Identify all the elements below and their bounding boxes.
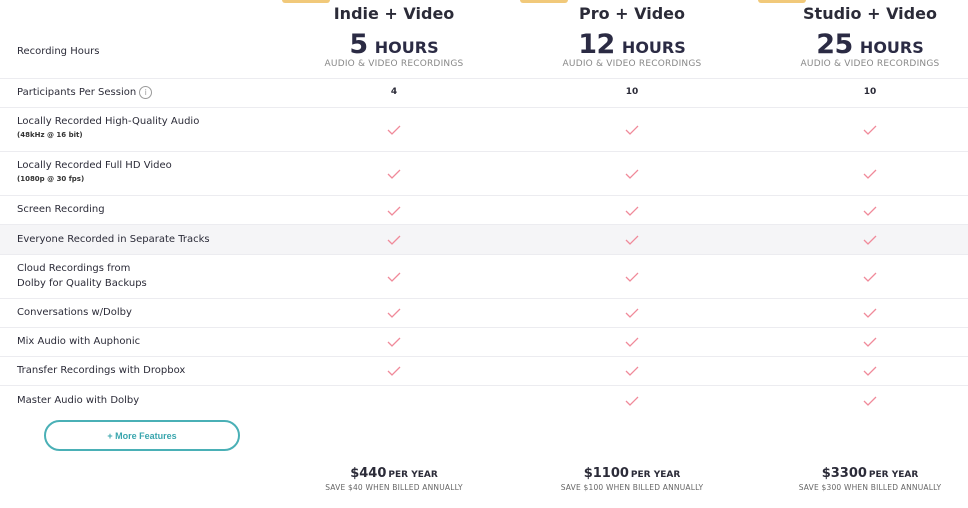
info-icon[interactable]: i xyxy=(139,85,153,99)
feature-label: Cloud Recordings from Dolby for Quality … xyxy=(17,261,147,291)
price-period: PER YEAR xyxy=(868,470,919,480)
hours-unit: HOURS xyxy=(859,38,924,57)
check-icon xyxy=(625,396,639,406)
check-icon xyxy=(387,169,401,179)
check-icon xyxy=(625,169,639,179)
check-icon xyxy=(863,206,877,216)
hours-value: 5 xyxy=(349,29,368,60)
hours-unit: HOURS xyxy=(621,38,686,57)
check-icon xyxy=(625,125,639,135)
check-icon xyxy=(625,308,639,318)
row-label-recording-hours: Recording Hours xyxy=(17,46,100,57)
plan-pro: Pro + Video 12 HOURS AUDIO & VIDEO RECOR… xyxy=(522,4,742,69)
plans-header: Recording Hours Indie + Video 5 HOURS AU… xyxy=(0,0,968,78)
check-icon xyxy=(863,125,877,135)
table-row: Master Audio with Dolby xyxy=(0,385,968,414)
more-features-button[interactable]: + More Features xyxy=(44,420,240,451)
plan-hours: 12 HOURS xyxy=(522,29,742,60)
price-amount: $1100 xyxy=(583,466,629,481)
check-icon xyxy=(863,337,877,347)
feature-label: Transfer Recordings with Dropbox xyxy=(17,365,186,376)
price-pro: $1100 PER YEAR SAVE $100 WHEN BILLED ANNU… xyxy=(522,466,742,492)
price-value: $3300 PER YEAR xyxy=(760,466,968,481)
plan-name: Studio + Video xyxy=(803,4,937,23)
check-icon xyxy=(863,235,877,245)
table-row: Screen Recording xyxy=(0,195,968,224)
table-row: Mix Audio with Auphonic xyxy=(0,327,968,356)
price-savings: SAVE $100 WHEN BILLED ANNUALLY xyxy=(560,483,704,492)
participants-value: 4 xyxy=(390,87,398,97)
feature-label-text: Dolby for Quality Backups xyxy=(17,278,147,289)
check-icon xyxy=(863,272,877,282)
feature-table: Participants Per Session i 4 10 10 Locall… xyxy=(0,78,968,414)
check-icon xyxy=(387,337,401,347)
check-icon xyxy=(387,366,401,376)
table-row: Cloud Recordings from Dolby for Quality … xyxy=(0,254,968,298)
table-row: Transfer Recordings with Dropbox xyxy=(0,356,968,385)
plan-studio: Studio + Video 25 HOURS AUDIO & VIDEO RE… xyxy=(760,4,968,69)
feature-label: Participants Per Session i xyxy=(17,85,153,100)
plan-indie: Indie + Video 5 HOURS AUDIO & VIDEO RECO… xyxy=(284,4,504,69)
hours-subtitle: AUDIO & VIDEO RECORDINGS xyxy=(324,59,464,69)
check-icon xyxy=(387,272,401,282)
price-studio: $3300 PER YEAR SAVE $300 WHEN BILLED ANNU… xyxy=(760,466,968,492)
feature-label: Conversations w/Dolby xyxy=(17,307,132,318)
check-icon xyxy=(625,337,639,347)
check-icon xyxy=(863,308,877,318)
feature-label-text: Participants Per Session xyxy=(17,87,137,98)
hours-value: 12 xyxy=(578,29,615,60)
plan-name: Indie + Video xyxy=(333,4,455,23)
feature-label: Everyone Recorded in Separate Tracks xyxy=(17,234,210,245)
check-icon xyxy=(625,235,639,245)
plan-hours: 25 HOURS xyxy=(760,29,968,60)
check-icon xyxy=(625,206,639,216)
check-icon xyxy=(863,169,877,179)
feature-label-text: Cloud Recordings from xyxy=(17,263,131,274)
feature-label: Mix Audio with Auphonic xyxy=(17,336,141,347)
table-row: Locally Recorded High-Quality Audio (48k… xyxy=(0,107,968,151)
price-value: $1100 PER YEAR xyxy=(522,466,742,481)
feature-label: Screen Recording xyxy=(17,204,105,215)
feature-label: Locally Recorded Full HD Video (1080p @ … xyxy=(17,158,172,185)
price-savings: SAVE $40 WHEN BILLED ANNUALLY xyxy=(325,483,463,492)
participants-value: 10 xyxy=(625,87,639,97)
check-icon xyxy=(387,235,401,245)
feature-label: Master Audio with Dolby xyxy=(17,395,140,406)
price-savings: SAVE $300 WHEN BILLED ANNUALLY xyxy=(798,483,942,492)
check-icon xyxy=(387,206,401,216)
price-amount: $440 xyxy=(350,466,387,481)
price-amount: $3300 xyxy=(821,466,867,481)
table-row: Everyone Recorded in Separate Tracks xyxy=(0,224,968,254)
hours-value: 25 xyxy=(816,29,853,60)
feature-sublabel: (48kHz @ 16 bit) xyxy=(17,131,83,139)
hours-subtitle: AUDIO & VIDEO RECORDINGS xyxy=(800,59,940,69)
feature-label-text: Locally Recorded High-Quality Audio xyxy=(17,116,200,127)
table-row: Conversations w/Dolby xyxy=(0,298,968,327)
participants-value: 10 xyxy=(863,87,877,97)
table-row: Locally Recorded Full HD Video (1080p @ … xyxy=(0,151,968,195)
table-row: Participants Per Session i 4 10 10 xyxy=(0,78,968,107)
price-indie: $440 PER YEAR SAVE $40 WHEN BILLED ANNUAL… xyxy=(284,466,504,492)
feature-label-text: Locally Recorded Full HD Video xyxy=(17,160,172,171)
feature-sublabel: (1080p @ 30 fps) xyxy=(17,175,85,183)
feature-label: Locally Recorded High-Quality Audio (48k… xyxy=(17,114,199,141)
hours-unit: HOURS xyxy=(374,38,439,57)
check-icon xyxy=(625,272,639,282)
plan-name: Pro + Video xyxy=(578,4,686,23)
price-period: PER YEAR xyxy=(630,470,681,480)
plan-hours: 5 HOURS xyxy=(284,29,504,60)
check-icon xyxy=(863,366,877,376)
check-icon xyxy=(387,308,401,318)
check-icon xyxy=(625,366,639,376)
check-icon xyxy=(387,125,401,135)
price-period: PER YEAR xyxy=(388,470,438,480)
price-value: $440 PER YEAR xyxy=(284,466,504,481)
hours-subtitle: AUDIO & VIDEO RECORDINGS xyxy=(562,59,702,69)
check-icon xyxy=(863,396,877,406)
